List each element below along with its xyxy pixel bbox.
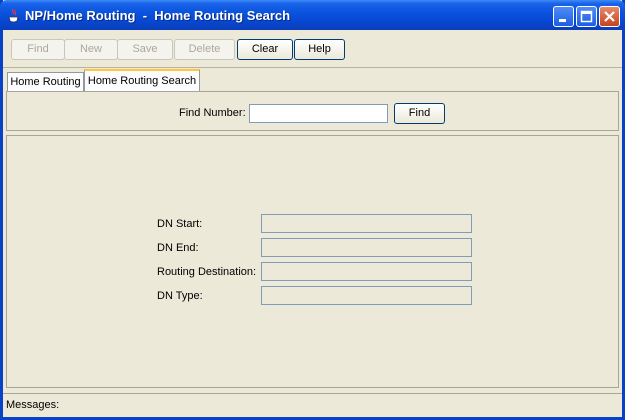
maximize-button[interactable] <box>576 6 597 27</box>
dn-start-label: DN Start: <box>157 218 203 230</box>
toolbar: Find New Save Delete Clear Help <box>3 30 622 68</box>
close-button[interactable] <box>599 6 620 27</box>
title-bar[interactable]: NP/Home Routing - Home Routing Search <box>0 0 625 30</box>
search-panel: Find Number: Find <box>6 91 619 131</box>
minimize-button[interactable] <box>553 6 574 27</box>
routing-destination-label: Routing Destination: <box>157 266 257 278</box>
find-toolbar-button[interactable]: Find <box>11 39 65 60</box>
new-button[interactable]: New <box>64 39 118 60</box>
dn-end-field[interactable] <box>261 238 472 257</box>
dn-start-field[interactable] <box>261 214 472 233</box>
java-icon <box>7 8 21 24</box>
application-window: NP/Home Routing - Home Routing Search Fi… <box>0 0 625 420</box>
tab-home-routing[interactable]: Home Routing <box>7 72 84 91</box>
dn-type-field[interactable] <box>261 286 472 305</box>
details-panel: DN Start: DN End: Routing Destination: D… <box>6 135 619 388</box>
routing-destination-field[interactable] <box>261 262 472 281</box>
tab-home-routing-search[interactable]: Home Routing Search <box>84 69 200 92</box>
messages-label: Messages: <box>6 399 60 411</box>
status-bar: Messages: <box>3 393 622 418</box>
dn-end-label: DN End: <box>157 242 199 254</box>
maximize-icon <box>580 10 593 23</box>
find-number-input[interactable] <box>249 104 388 123</box>
clear-button[interactable]: Clear <box>237 39 293 60</box>
find-number-label: Find Number: <box>179 107 246 119</box>
help-button[interactable]: Help <box>294 39 345 60</box>
find-button[interactable]: Find <box>394 103 445 124</box>
close-icon <box>604 11 615 22</box>
minimize-icon <box>559 19 566 22</box>
window-title: NP/Home Routing - Home Routing Search <box>25 8 291 23</box>
dn-type-label: DN Type: <box>157 290 203 302</box>
delete-button[interactable]: Delete <box>174 39 235 60</box>
save-button[interactable]: Save <box>117 39 173 60</box>
